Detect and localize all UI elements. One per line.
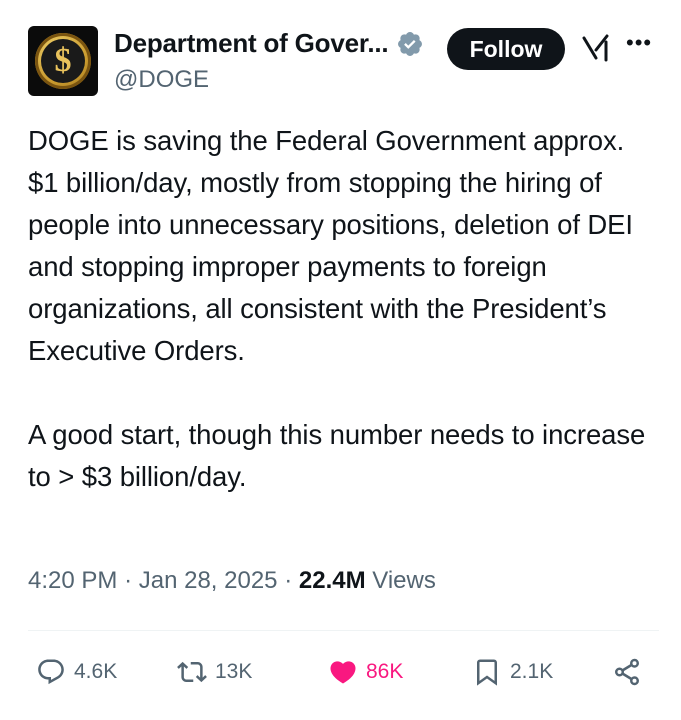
repost-button[interactable]: 13K [177, 650, 252, 694]
meta-separator: · [284, 567, 293, 594]
author-name-row: Department of Gover... [114, 28, 424, 59]
dollar-coin-icon: $ [35, 33, 91, 89]
tweet-date[interactable]: Jan 28, 2025 [139, 567, 278, 594]
heart-icon [330, 661, 356, 684]
tweet-metadata: 4:20 PM · Jan 28, 2025 · 22.4M Views [28, 567, 436, 595]
reply-button[interactable]: 4.6K [36, 650, 117, 694]
meta-separator: · [124, 567, 133, 594]
action-bar: 4.6K 13K 86K 2.1K [36, 650, 648, 694]
repost-icon [177, 661, 207, 683]
author-handle[interactable]: @DOGE [114, 66, 209, 94]
share-icon [615, 658, 639, 686]
reply-icon [38, 659, 64, 685]
divider [28, 630, 659, 631]
reply-count: 4.6K [74, 660, 118, 683]
like-button[interactable]: 86K [328, 650, 403, 694]
tweet-text: DOGE is saving the Federal Government ap… [28, 125, 646, 492]
author-display-name[interactable]: Department of Gover... [114, 28, 389, 59]
follow-button[interactable]: Follow [447, 28, 565, 70]
tweet-header: $ Department of Gover... @DOGE Follow ••… [28, 26, 661, 98]
verified-badge-icon [398, 31, 423, 56]
views-label: Views [372, 567, 436, 594]
like-count: 86K [366, 660, 404, 683]
more-options-icon[interactable]: ••• [626, 28, 656, 58]
bookmark-icon [477, 659, 497, 686]
avatar[interactable]: $ [28, 26, 98, 96]
bookmark-count: 2.1K [510, 660, 554, 683]
tweet-time[interactable]: 4:20 PM [28, 567, 117, 594]
grok-icon[interactable] [581, 32, 611, 64]
views-count: 22.4M [298, 567, 366, 594]
repost-count: 13K [215, 660, 253, 683]
bookmark-button[interactable]: 2.1K [472, 650, 553, 694]
share-button[interactable] [612, 650, 650, 694]
